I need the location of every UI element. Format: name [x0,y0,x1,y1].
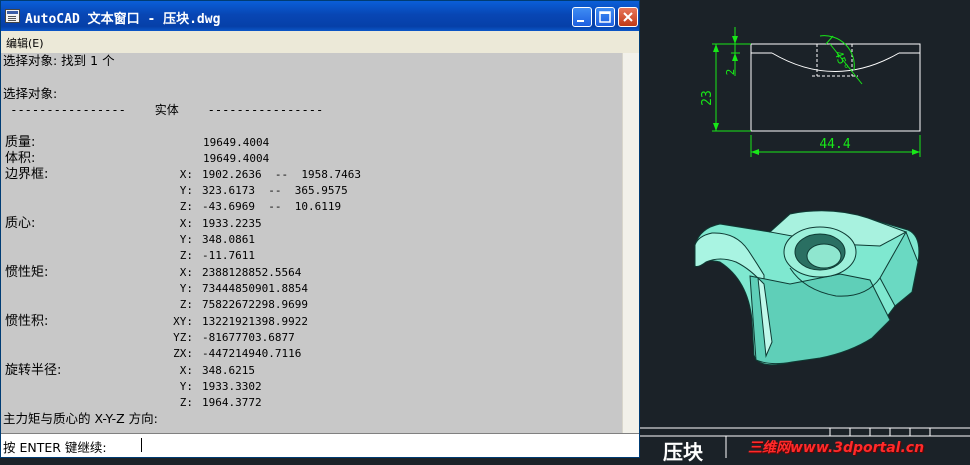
axis-label: X: [179,266,193,279]
radii-x-value: 348.6215 [202,364,255,377]
mass-row: 质量: 19649.4004 [3,135,603,151]
dimension-lines [712,27,921,157]
menu-edit[interactable]: 编辑(E) [6,35,44,51]
dim-angle-text: 45° [832,49,851,72]
output-line: 选择对象: 找到 1 个 [3,53,115,68]
axis-label: Z: [179,298,193,311]
text-window: AutoCAD 文本窗口 - 压块.dwg 编辑(E) 选择对象: 找到 1 个… [0,0,640,458]
vertical-scrollbar[interactable] [622,53,639,433]
command-prompt: 按 ENTER 键继续: [3,440,107,455]
principal-line: 主力矩与质心的 X-Y-Z 方向: [3,411,158,426]
moments-x-value: 2388128852.5564 [202,266,302,279]
products-xy-row: 惯性积: XY: 13221921398.9922 [3,314,603,330]
radii-z-row: Z: 1964.3772 [3,395,603,411]
axis-label: Y: [179,380,193,393]
axis-label: YZ: [173,331,193,344]
close-button[interactable] [618,7,638,27]
axis-label: Y: [179,282,193,295]
minimize-button[interactable] [572,7,592,27]
products-label: 惯性积: [5,314,49,329]
cad-drawing: 23 2 45° 44.4 [640,27,970,458]
radii-x-row: 旋转半径: X: 348.6215 [3,363,603,379]
output-line: 选择对象: [3,86,58,101]
products-yz-row: YZ: -81677703.6877 [3,330,603,346]
axis-label: Z: [179,396,193,409]
bbox-x-value: 1902.2636 -- 1958.7463 [202,168,361,181]
axis-label: X: [179,364,193,377]
mass-value: 19649.4004 [203,136,270,149]
centroid-y-value: 348.0861 [202,233,255,246]
title-block-name: 压块 [663,440,703,464]
centroid-x-value: 1933.2235 [202,217,262,230]
text-window-icon[interactable] [5,9,20,23]
moments-y-row: Y: 73444850901.8854 [3,281,603,297]
axis-label: ZX: [173,347,193,360]
bbox-y-row: Y: 323.6173 -- 365.9575 [3,183,603,199]
maximize-button[interactable] [595,7,615,27]
centroid-y-row: Y: 348.0861 [3,232,603,248]
dim-height-text: 23 [700,90,715,106]
volume-value: 19649.4004 [203,152,270,165]
volume-row: 体积: 19649.4004 [3,151,603,167]
axis-label: X: [179,217,193,230]
moments-z-value: 75822672298.9699 [202,298,308,311]
mass-label: 质量: [5,135,36,150]
maximize-icon [599,11,611,23]
volume-label: 体积: [5,151,36,166]
title-bar[interactable]: AutoCAD 文本窗口 - 压块.dwg [1,1,639,31]
products-yz-value: -81677703.6877 [202,331,295,344]
radii-label: 旋转半径: [5,363,62,378]
bbox-z-row: Z: -43.6969 -- 10.6119 [3,199,603,215]
command-line[interactable]: 按 ENTER 键继续: [1,433,639,457]
bbox-label: 边界框: [5,167,49,182]
axis-label: Y: [179,184,193,197]
minimize-icon [577,20,584,22]
moments-x-row: 惯性矩: X: 2388128852.5564 [3,265,603,281]
text-caret [141,438,142,452]
centroid-z-value: -11.7611 [202,249,255,262]
centroid-label: 质心: [5,216,36,231]
axis-label: X: [179,168,193,181]
radii-y-value: 1933.3302 [202,380,262,393]
radii-y-row: Y: 1933.3302 [3,379,603,395]
bbox-x-row: 边界框: X: 1902.2636 -- 1958.7463 [3,167,603,183]
close-icon [623,12,633,22]
watermark-text: 三维网www.3dportal.cn [748,440,925,456]
axis-label: Z: [179,200,193,213]
axis-label: Z: [179,249,193,262]
dim-width-text: 44.4 [819,137,850,152]
bbox-z-value: -43.6969 -- 10.6119 [202,200,342,213]
drawing-area[interactable]: 23 2 45° 44.4 [640,0,970,458]
axis-label: Y: [179,233,193,246]
radii-z-value: 1964.3772 [202,396,262,409]
bbox-y-value: 323.6173 -- 365.9575 [202,184,348,197]
products-xy-value: 13221921398.9922 [202,315,308,328]
products-zx-row: ZX: -447214940.7116 [3,346,603,362]
moments-z-row: Z: 75822672298.9699 [3,297,603,313]
dim-depth-text: 2 [724,69,737,76]
axis-label: XY: [173,315,193,328]
centroid-z-row: Z: -11.7611 [3,248,603,264]
products-zx-value: -447214940.7116 [202,347,302,360]
moments-y-value: 73444850901.8854 [202,282,308,295]
centroid-x-row: 质心: X: 1933.2235 [3,216,603,232]
arrowheads [713,36,920,155]
text-output: 选择对象: 找到 1 个 选择对象: ---------------- 实体 -… [1,53,622,433]
window-title: AutoCAD 文本窗口 - 压块.dwg [25,12,221,27]
moments-label: 惯性矩: [5,265,49,280]
clamp-3d-model [694,210,920,366]
separator-line: ---------------- 实体 ---------------- [3,103,324,117]
menu-bar: 编辑(E) [1,31,639,54]
